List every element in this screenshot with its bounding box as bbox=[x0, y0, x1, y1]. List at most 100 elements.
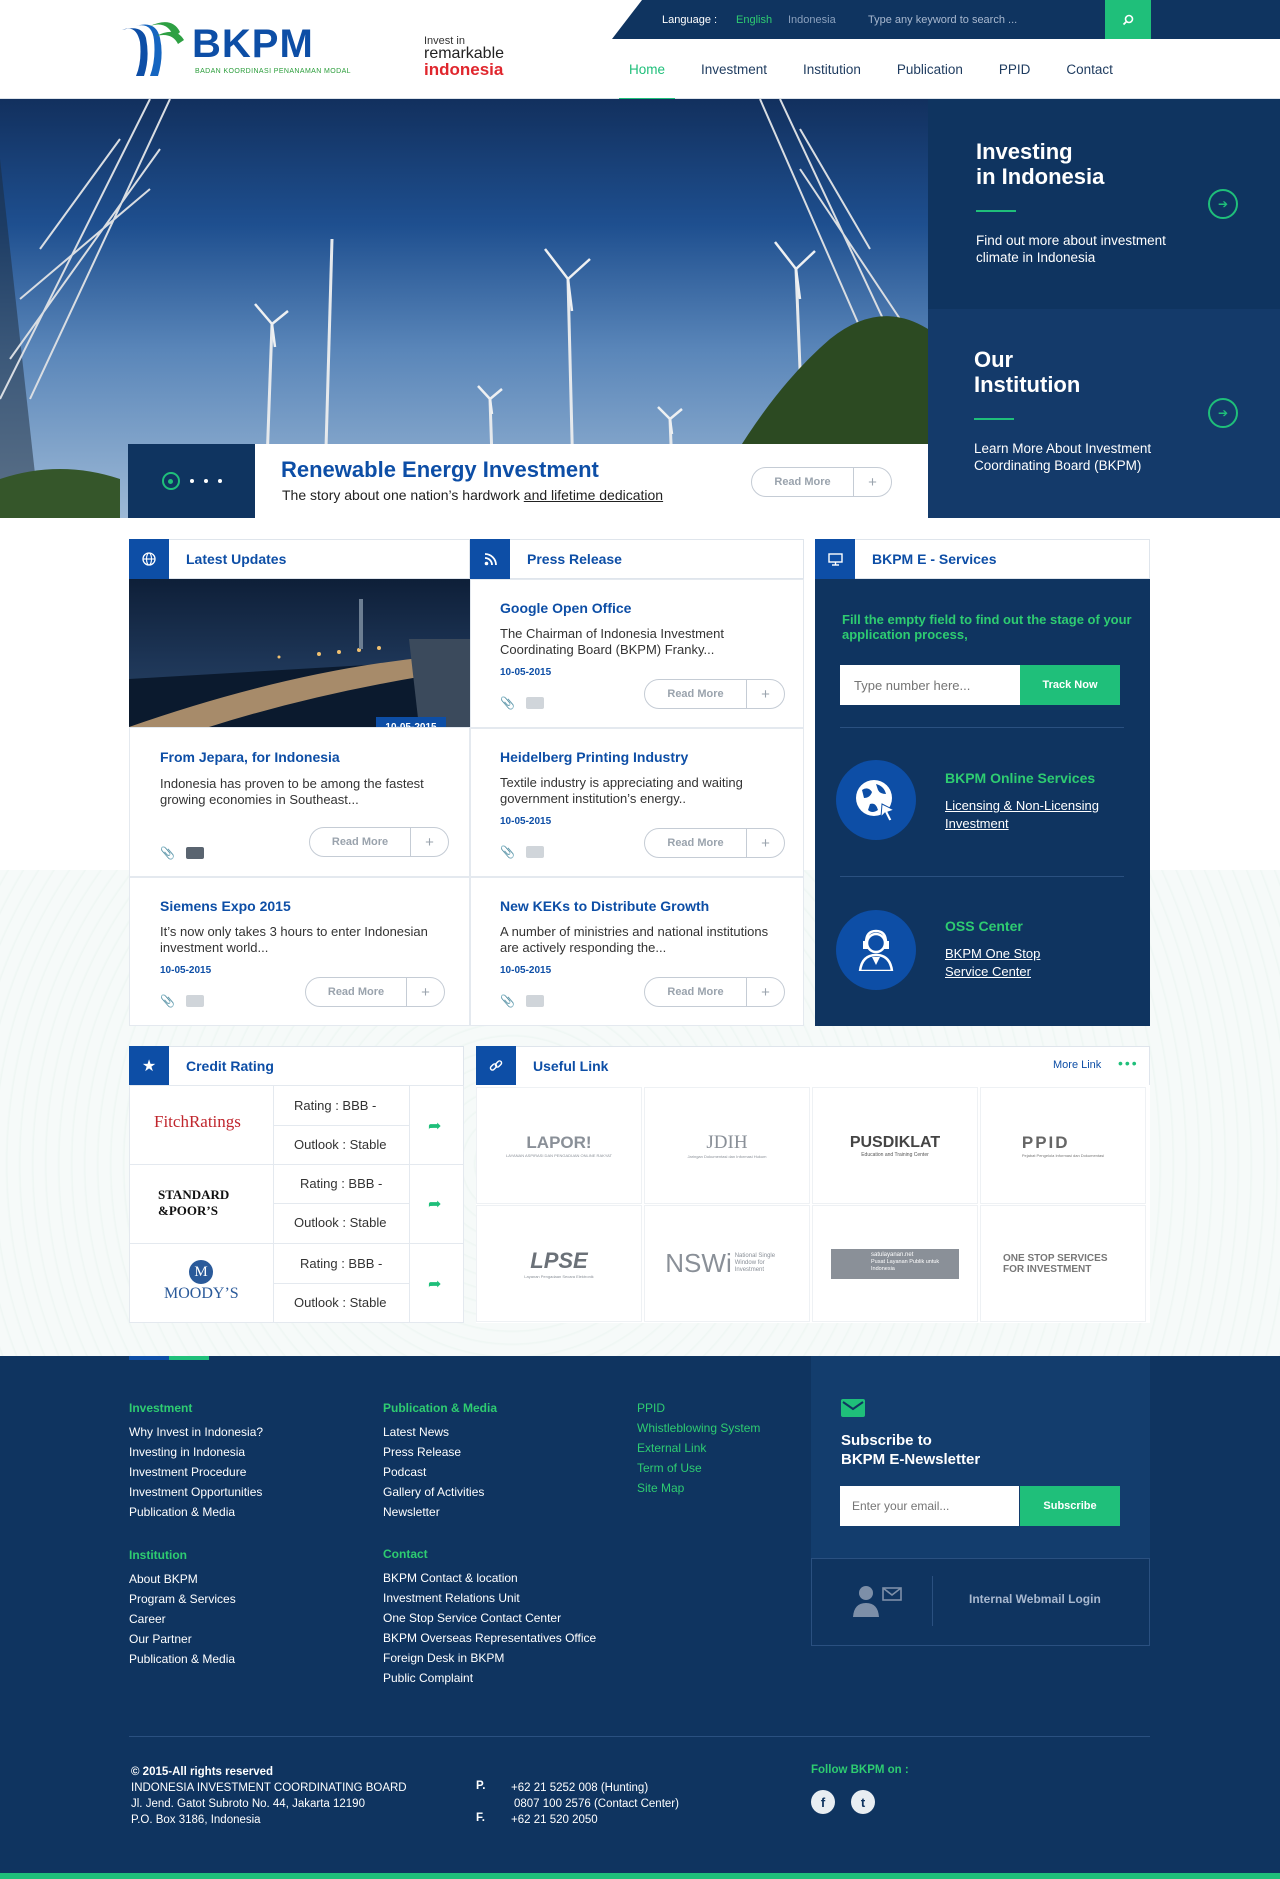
oss-center-icon[interactable] bbox=[836, 910, 916, 990]
slider-dot-active[interactable] bbox=[161, 472, 180, 490]
footer-link[interactable]: Press Release bbox=[383, 1442, 484, 1462]
footer-link[interactable]: Public Complaint bbox=[383, 1668, 596, 1688]
webmail-login-link[interactable]: Internal Webmail Login bbox=[969, 1592, 1101, 1606]
nav-publication[interactable]: Publication bbox=[879, 58, 981, 101]
search-button[interactable] bbox=[1105, 0, 1151, 39]
video-icon[interactable] bbox=[526, 846, 544, 858]
card-title[interactable]: Heidelberg Printing Industry bbox=[500, 749, 688, 765]
footer-link[interactable]: Publication & Media bbox=[129, 1649, 236, 1669]
search-input[interactable] bbox=[868, 8, 1104, 32]
more-dots-icon[interactable]: ••• bbox=[1118, 1055, 1139, 1071]
footer-link[interactable]: About BKPM bbox=[129, 1569, 236, 1589]
footer-link[interactable]: Newsletter bbox=[383, 1502, 484, 1522]
lpse-logo-link[interactable]: LPSE Layanan Pengadaan Secara Elektronik bbox=[476, 1205, 642, 1322]
tracking-number-input[interactable] bbox=[840, 665, 1020, 705]
nav-home[interactable]: Home bbox=[611, 58, 683, 101]
footer-link[interactable]: External Link bbox=[637, 1438, 760, 1458]
card-title[interactable]: From Jepara, for Indonesia bbox=[160, 749, 340, 765]
footer-link[interactable]: Gallery of Activities bbox=[383, 1482, 484, 1502]
footer-link[interactable]: Investment Relations Unit bbox=[383, 1588, 596, 1608]
institution-arrow-button[interactable]: ➔ bbox=[1208, 398, 1238, 428]
investing-title-line2[interactable]: in Indonesia bbox=[976, 164, 1104, 189]
footer-link[interactable]: Publication & Media bbox=[129, 1502, 263, 1522]
footer-link[interactable]: Investing in Indonesia bbox=[129, 1442, 263, 1462]
footer-link[interactable]: Latest News bbox=[383, 1422, 484, 1442]
language-indonesia-link[interactable]: Indonesia bbox=[788, 14, 836, 26]
latest-update-image[interactable] bbox=[129, 579, 470, 727]
lapor-logo-link[interactable]: LAPOR! LAYANAN ASPIRASI DAN PENGADUAN ONL… bbox=[476, 1087, 642, 1204]
video-icon[interactable] bbox=[186, 995, 204, 1007]
slider-dot[interactable] bbox=[203, 479, 208, 483]
investment-link[interactable]: Investment bbox=[945, 816, 1009, 831]
logo-text[interactable]: BKPM bbox=[192, 22, 314, 67]
institution-title-line1[interactable]: Our bbox=[974, 347, 1013, 372]
read-more-button[interactable]: Read More + bbox=[644, 828, 785, 858]
attachment-icon[interactable]: 📎 bbox=[160, 846, 175, 860]
footer-link[interactable]: BKPM Contact & location bbox=[383, 1568, 596, 1588]
video-icon[interactable] bbox=[526, 697, 544, 709]
subscribe-button[interactable]: Subscribe bbox=[1020, 1486, 1120, 1526]
service-center-link[interactable]: Service Center bbox=[945, 964, 1031, 979]
language-english-link[interactable]: English bbox=[736, 14, 772, 26]
read-more-button[interactable]: Read More + bbox=[309, 827, 449, 857]
user-mail-icon[interactable] bbox=[850, 1583, 904, 1622]
institution-title-line2[interactable]: Institution bbox=[974, 372, 1080, 397]
attachment-icon[interactable]: 📎 bbox=[160, 994, 175, 1008]
slider-dot[interactable] bbox=[189, 479, 194, 483]
footer-link[interactable]: Term of Use bbox=[637, 1458, 760, 1478]
read-more-button[interactable]: Read More + bbox=[305, 977, 445, 1007]
nswi-logo-link[interactable]: NSWi National Single Window for Investmen… bbox=[644, 1205, 810, 1322]
licensing-link[interactable]: Licensing & Non-Licensing bbox=[945, 798, 1099, 813]
newsletter-email-input[interactable] bbox=[840, 1486, 1019, 1526]
card-title[interactable]: New KEKs to Distribute Growth bbox=[500, 898, 709, 914]
footer-link[interactable]: BKPM Overseas Representatives Office bbox=[383, 1628, 596, 1648]
video-icon[interactable] bbox=[186, 847, 204, 859]
satulayanan-logo-link[interactable]: satulayanan.net Pusat Layanan Publik untu… bbox=[812, 1205, 978, 1322]
nav-ppid[interactable]: PPID bbox=[981, 58, 1049, 101]
share-arrow-icon[interactable]: ➦ bbox=[428, 1274, 441, 1294]
footer-link[interactable]: Site Map bbox=[637, 1478, 760, 1498]
ppid-logo-link[interactable]: PPID Pejabat Pengelola Informasi dan Doku… bbox=[980, 1087, 1146, 1204]
facebook-icon[interactable]: f bbox=[811, 1790, 835, 1814]
more-link[interactable]: More Link bbox=[1053, 1059, 1101, 1071]
footer-link[interactable]: Why Invest in Indonesia? bbox=[129, 1422, 263, 1442]
footer-link[interactable]: Podcast bbox=[383, 1462, 484, 1482]
hero-read-more-button[interactable]: Read More + bbox=[751, 467, 892, 497]
jdih-logo-link[interactable]: JDIH Jaringan Dokumentasi dan Informasi H… bbox=[644, 1087, 810, 1204]
card-text: Textile industry is appreciating and wai… bbox=[500, 775, 743, 806]
hero-caption-title[interactable]: Renewable Energy Investment bbox=[281, 457, 599, 483]
caption-text-link[interactable]: and lifetime dedication bbox=[524, 487, 663, 503]
nav-institution[interactable]: Institution bbox=[785, 58, 879, 101]
attachment-icon[interactable]: 📎 bbox=[500, 994, 515, 1008]
card-title[interactable]: Siemens Expo 2015 bbox=[160, 898, 291, 914]
footer-link[interactable]: Investment Procedure bbox=[129, 1462, 263, 1482]
bkpm-logo-icon[interactable] bbox=[116, 22, 186, 78]
share-arrow-icon[interactable]: ➦ bbox=[428, 1116, 441, 1136]
oss-investment-logo-link[interactable]: ONE STOP SERVICES FOR INVESTMENT bbox=[980, 1205, 1146, 1322]
card-title[interactable]: Google Open Office bbox=[500, 600, 631, 616]
track-now-button[interactable]: Track Now bbox=[1020, 665, 1120, 705]
share-arrow-icon[interactable]: ➦ bbox=[428, 1194, 441, 1214]
slider-dot[interactable] bbox=[217, 479, 222, 483]
footer-link[interactable]: Investment Opportunities bbox=[129, 1482, 263, 1502]
video-icon[interactable] bbox=[526, 995, 544, 1007]
investing-arrow-button[interactable]: ➔ bbox=[1208, 189, 1238, 219]
footer-link[interactable]: Whistleblowing System bbox=[637, 1418, 760, 1438]
attachment-icon[interactable]: 📎 bbox=[500, 845, 515, 859]
attachment-icon[interactable]: 📎 bbox=[500, 696, 515, 710]
nav-investment[interactable]: Investment bbox=[683, 58, 785, 101]
twitter-icon[interactable]: t bbox=[851, 1790, 875, 1814]
footer-link[interactable]: Career bbox=[129, 1609, 236, 1629]
footer-link[interactable]: Foreign Desk in BKPM bbox=[383, 1648, 596, 1668]
footer-link[interactable]: PPID bbox=[637, 1398, 760, 1418]
read-more-button[interactable]: Read More + bbox=[644, 977, 785, 1007]
footer-link[interactable]: Our Partner bbox=[129, 1629, 236, 1649]
online-services-icon[interactable] bbox=[836, 760, 916, 840]
read-more-button[interactable]: Read More + bbox=[644, 679, 785, 709]
nav-contact[interactable]: Contact bbox=[1048, 58, 1131, 101]
footer-link[interactable]: One Stop Service Contact Center bbox=[383, 1608, 596, 1628]
investing-title-line1[interactable]: Investing bbox=[976, 139, 1073, 164]
footer-link[interactable]: Program & Services bbox=[129, 1589, 236, 1609]
one-stop-link[interactable]: BKPM One Stop bbox=[945, 946, 1040, 961]
pusdiklat-logo-link[interactable]: PUSDIKLAT Education and Training Center bbox=[812, 1087, 978, 1204]
